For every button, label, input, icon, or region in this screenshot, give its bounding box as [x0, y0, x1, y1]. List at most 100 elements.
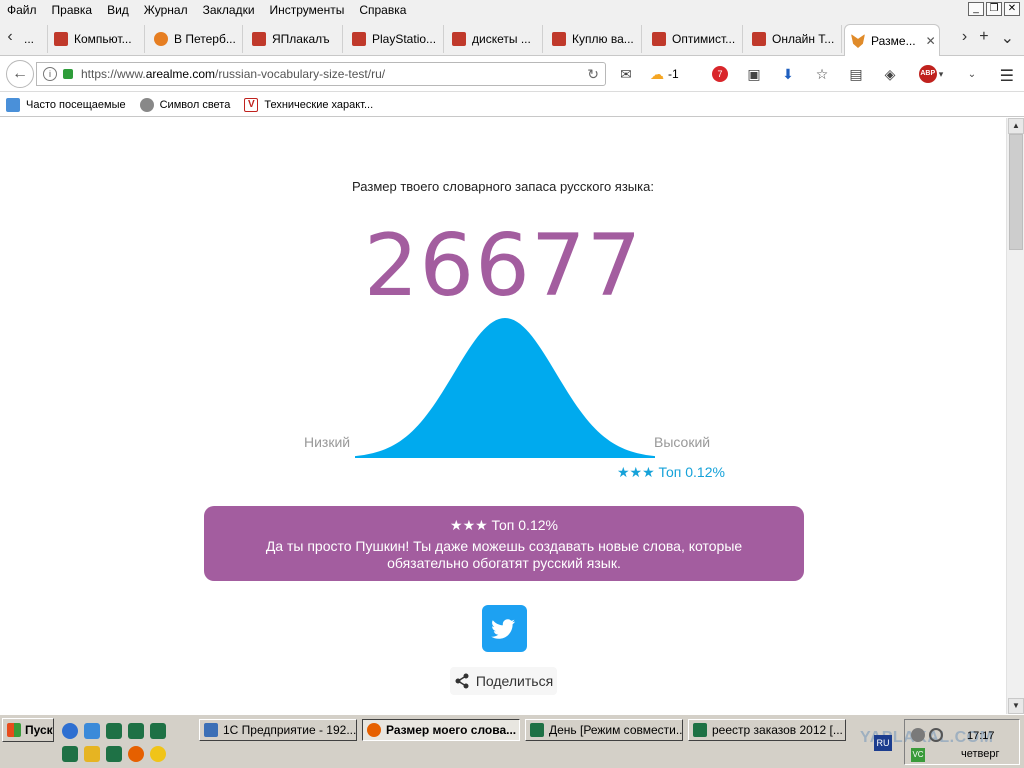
tab[interactable]: ЯПлакалъ	[246, 25, 343, 53]
bookmark-star-icon[interactable]: ☆	[812, 64, 832, 84]
taskbar-item-1c[interactable]: 1С Предприятие - 192....	[199, 719, 357, 741]
tab-label: PlayStatio...	[372, 32, 437, 46]
close-window-button[interactable]: ✕	[1004, 2, 1020, 16]
share-button[interactable]: Поделиться	[450, 667, 557, 695]
scroll-down-icon[interactable]: ▼	[1008, 698, 1024, 714]
weather-widget[interactable]: ☁ -1	[650, 64, 696, 84]
tab[interactable]: Оптимист...	[646, 25, 743, 53]
twitter-share-button[interactable]	[482, 605, 527, 652]
tab-label: Оптимист...	[672, 32, 736, 46]
tab[interactable]: Онлайн Т...	[746, 25, 842, 53]
taskbar-item-label: День [Режим совмести...	[549, 723, 683, 737]
tab[interactable]: В Петерб...	[148, 25, 243, 53]
menu-view[interactable]: Вид	[100, 3, 137, 17]
url-text: https://www.arealme.com/russian-vocabula…	[81, 67, 386, 81]
taskbar-item-excel-registry[interactable]: реестр заказов 2012 [...	[688, 719, 846, 741]
tab-strip: ‹ ... Компьют... В Петерб... ЯПлакалъ Pl…	[0, 20, 1024, 57]
mail-icon[interactable]: ✉	[616, 64, 636, 84]
firefox-icon[interactable]	[128, 746, 144, 762]
scroll-up-icon[interactable]: ▲	[1008, 118, 1024, 134]
reload-icon[interactable]: ↻	[587, 66, 599, 83]
all-tabs-chevron-icon[interactable]: ⌄	[1001, 28, 1014, 48]
navigation-bar: ← i https://www.arealme.com/russian-voca…	[0, 56, 1024, 92]
taskbar-item-excel-day[interactable]: День [Режим совмести...	[525, 719, 683, 741]
minimize-button[interactable]: _	[968, 2, 984, 16]
excel-icon[interactable]	[62, 746, 78, 762]
tab-label: Разме...	[871, 34, 916, 48]
tab-label: ЯПлакалъ	[272, 32, 330, 46]
url-bar[interactable]: i https://www.arealme.com/russian-vocabu…	[36, 62, 606, 86]
menu-help[interactable]: Справка	[352, 3, 414, 17]
clock-day: четверг	[961, 748, 1000, 760]
menu-history[interactable]: Журнал	[137, 3, 196, 17]
quicklaunch-app-icon[interactable]	[84, 723, 100, 739]
tray-app-icon[interactable]	[911, 728, 925, 742]
menu-tools[interactable]: Инструменты	[263, 3, 353, 17]
menu-edit[interactable]: Правка	[45, 3, 101, 17]
bookmark-label: Символ света	[159, 98, 231, 111]
adblock-button[interactable]: ABP ▾	[914, 64, 948, 84]
v-logo-icon: V	[244, 97, 259, 112]
ie-icon[interactable]	[62, 723, 78, 739]
restore-button[interactable]: ❐	[986, 2, 1002, 16]
language-indicator[interactable]: RU	[874, 735, 892, 751]
tab[interactable]: Куплю ва...	[546, 25, 642, 53]
tabs-scroll-left-icon[interactable]: ‹	[0, 28, 20, 48]
menu-file[interactable]: Файл	[0, 3, 45, 17]
bell-curve-shape	[355, 318, 655, 458]
hamburger-menu-icon[interactable]: ☰	[1000, 66, 1014, 86]
page-scrollbar[interactable]: ▲ ▼	[1006, 118, 1024, 714]
overflow-chevron-icon[interactable]: ⌄	[962, 64, 982, 84]
result-box-title: ★★★ Топ 0.12%	[450, 517, 558, 533]
scrollbar-thumb[interactable]	[1009, 134, 1023, 250]
tab[interactable]: дискеты ...	[446, 25, 543, 53]
adblock-icon: ABP	[918, 65, 937, 83]
twitter-bird-icon	[491, 619, 515, 639]
share-icon	[455, 673, 469, 689]
tab-active[interactable]: Разме... ✕	[844, 24, 940, 57]
extension-icon[interactable]: ▣	[744, 64, 764, 84]
bookmark-label: Технические характ...	[264, 98, 374, 111]
system-tray: VC 17:17 четверг	[904, 719, 1020, 765]
menu-bookmarks[interactable]: Закладки	[196, 3, 263, 17]
weather-temp: -1	[668, 67, 679, 81]
tab[interactable]: Компьют...	[48, 25, 145, 53]
close-tab-icon[interactable]: ✕	[926, 34, 936, 48]
search-icon[interactable]	[929, 728, 943, 742]
weather-icon: ☁	[650, 65, 664, 82]
media-player-icon[interactable]	[150, 746, 166, 762]
tab[interactable]: PlayStatio...	[346, 25, 444, 53]
taskbar-item-label: Размер моего слова...	[386, 723, 517, 737]
bookmark-symbol-of-light[interactable]: Символ света	[139, 97, 231, 112]
result-box-text: Да ты просто Пушкин! Ты даже можешь созд…	[265, 538, 743, 571]
vocabulary-score: 26677	[363, 216, 643, 316]
notification-badge[interactable]: 7	[710, 64, 730, 84]
new-tab-icon[interactable]: +	[979, 28, 988, 48]
excel-icon	[693, 723, 707, 737]
firefox-icon	[367, 723, 381, 737]
bookmarks-bar: Часто посещаемые Символ света V Техничес…	[0, 93, 1024, 117]
folder-icon[interactable]	[84, 746, 100, 762]
lock-icon[interactable]	[63, 69, 73, 79]
download-icon[interactable]: ⬇	[778, 64, 798, 84]
adblock-chevron-icon: ▾	[938, 68, 944, 79]
info-icon[interactable]: i	[43, 67, 57, 81]
start-button[interactable]: Пуск	[2, 718, 54, 742]
tabs-scroll-right-icon[interactable]: ›	[962, 28, 967, 48]
back-button[interactable]: ←	[6, 60, 34, 88]
tab[interactable]: ...	[18, 25, 48, 53]
excel-icon[interactable]	[128, 723, 144, 739]
excel-icon[interactable]	[150, 723, 166, 739]
bookmark-tech-specs[interactable]: V Технические характ...	[244, 97, 374, 112]
tray-vc-icon[interactable]: VC	[911, 748, 925, 762]
bookmark-most-visited[interactable]: Часто посещаемые	[6, 97, 126, 112]
page-content: Размер твоего словарного запаса русского…	[0, 118, 1006, 714]
taskbar-item-firefox[interactable]: Размер моего слова...	[362, 719, 520, 741]
taskbar-item-label: 1С Предприятие - 192....	[223, 723, 357, 737]
reading-list-icon[interactable]: ▤	[846, 64, 866, 84]
distribution-curve	[355, 318, 655, 458]
pocket-icon[interactable]: ◈	[880, 64, 900, 84]
clock-time[interactable]: 17:17	[967, 730, 995, 742]
excel-icon[interactable]	[106, 723, 122, 739]
excel-icon[interactable]	[106, 746, 122, 762]
